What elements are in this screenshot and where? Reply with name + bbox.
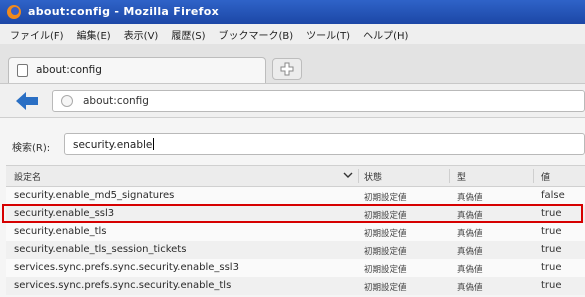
page-icon (17, 64, 28, 77)
pref-value: false (541, 190, 565, 201)
pref-type: 真偽値 (457, 229, 483, 239)
column-header-value[interactable]: 値 (541, 170, 550, 183)
table-row[interactable]: services.sync.prefs.sync.security.enable… (6, 259, 585, 277)
pref-status: 初期設定値 (364, 211, 407, 221)
table-body: security.enable_md5_signatures 初期設定値 真偽値… (6, 187, 585, 295)
pref-status: 初期設定値 (364, 283, 407, 293)
table-row[interactable]: security.enable_md5_signatures 初期設定値 真偽値… (6, 187, 585, 205)
table-row[interactable]: security.enable_tls_session_tickets 初期設定… (6, 241, 585, 259)
new-tab-button[interactable] (272, 58, 302, 80)
pref-type: 真偽値 (457, 283, 483, 293)
pref-type: 真偽値 (457, 211, 483, 221)
tab-about-config[interactable]: about:config (8, 57, 266, 83)
column-header-status[interactable]: 状態 (364, 170, 382, 183)
pref-value: true (541, 262, 562, 273)
menu-file[interactable]: ファイル(F) (10, 27, 64, 42)
table-row[interactable]: security.enable_tls 初期設定値 真偽値 true (6, 223, 585, 241)
menu-bookmarks[interactable]: ブックマーク(B) (219, 27, 294, 42)
navigation-bar: about:config (0, 84, 585, 118)
menu-tools[interactable]: ツール(T) (306, 27, 350, 42)
text-caret (153, 138, 155, 150)
pref-name: security.enable_ssl3 (14, 208, 115, 219)
menu-view[interactable]: 表示(V) (124, 27, 159, 42)
window-title: about:config - Mozilla Firefox (28, 5, 219, 18)
pref-value: true (541, 244, 562, 255)
column-header-name[interactable]: 設定名 (14, 170, 41, 183)
config-page: 検索(R): security.enable 設定名 状態 型 値 securi… (0, 118, 585, 297)
pref-name: security.enable_tls_session_tickets (14, 244, 187, 255)
tab-label: about:config (36, 64, 102, 76)
pref-type: 真偽値 (457, 247, 483, 257)
chevron-down-icon[interactable] (343, 171, 353, 179)
pref-name: services.sync.prefs.sync.security.enable… (14, 262, 239, 273)
menu-bar: ファイル(F) 編集(E) 表示(V) 履歴(S) ブックマーク(B) ツール(… (0, 24, 585, 44)
pref-type: 真偽値 (457, 265, 483, 275)
table-row[interactable]: services.sync.prefs.sync.security.enable… (6, 277, 585, 295)
pref-status: 初期設定値 (364, 247, 407, 257)
column-header-type[interactable]: 型 (457, 170, 466, 183)
column-separator[interactable] (449, 169, 450, 183)
column-separator[interactable] (358, 169, 359, 183)
pref-status: 初期設定値 (364, 229, 407, 239)
table-header: 設定名 状態 型 値 (6, 165, 585, 187)
pref-value: true (541, 208, 562, 219)
pref-status: 初期設定値 (364, 193, 407, 203)
search-input[interactable]: security.enable (64, 133, 585, 155)
url-text: about:config (83, 95, 149, 107)
pref-name: services.sync.prefs.sync.security.enable… (14, 280, 232, 291)
pref-name: security.enable_md5_signatures (14, 190, 175, 201)
pref-name: security.enable_tls (14, 226, 107, 237)
pref-type: 真偽値 (457, 193, 483, 203)
table-row-highlighted[interactable]: security.enable_ssl3 初期設定値 真偽値 true (6, 205, 585, 223)
url-bar[interactable]: about:config (52, 90, 585, 112)
tab-strip: about:config (0, 44, 585, 84)
pref-value: true (541, 280, 562, 291)
menu-help[interactable]: ヘルプ(H) (363, 27, 408, 42)
plus-icon (280, 62, 294, 76)
column-separator[interactable] (533, 169, 534, 183)
menu-history[interactable]: 履歴(S) (171, 27, 205, 42)
pref-status: 初期設定値 (364, 265, 407, 275)
preferences-table: 設定名 状態 型 値 security.enable_md5_signature… (6, 165, 585, 295)
back-arrow-icon[interactable] (14, 90, 40, 112)
pref-value: true (541, 226, 562, 237)
window-title-bar: about:config - Mozilla Firefox (0, 0, 585, 24)
search-value: security.enable (73, 139, 153, 151)
firefox-icon (7, 5, 21, 19)
search-label: 検索(R): (12, 143, 51, 154)
menu-edit[interactable]: 編集(E) (77, 27, 111, 42)
site-identity-icon[interactable] (61, 95, 73, 107)
